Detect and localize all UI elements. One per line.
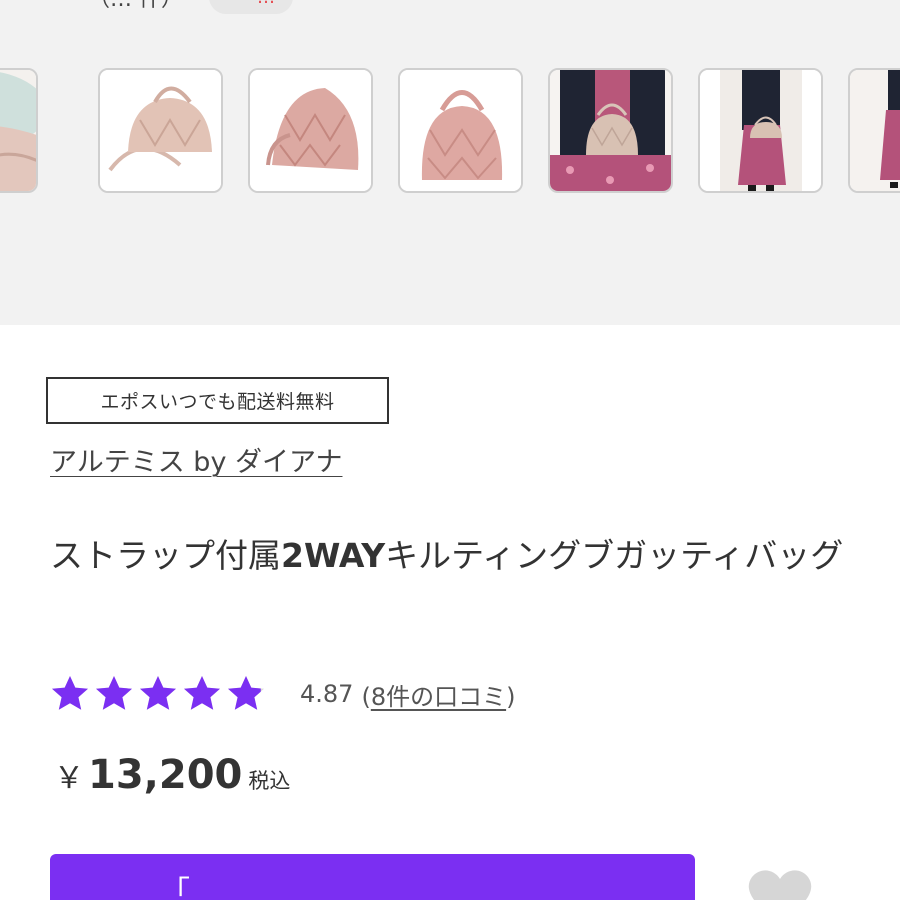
partial-text: （… 件） <box>88 0 183 13</box>
favorite-button[interactable] <box>740 866 820 900</box>
star-icon <box>52 676 88 710</box>
rating-value: 4.87 <box>300 680 354 708</box>
star-icon <box>228 676 264 710</box>
free-shipping-badge: エポスいつでも配送料無料 <box>46 377 389 424</box>
review-link[interactable]: 8件の口コミ <box>371 683 506 711</box>
thumbnail-model-holding[interactable] <box>548 68 673 193</box>
product-title: ストラップ付属2WAYキルティングブガッティバッグ <box>50 528 850 584</box>
title-part-2: キルティングブガッティバッグ <box>385 536 844 575</box>
bag-with-strap-image <box>100 70 221 191</box>
pill-label: ー <box>227 0 245 10</box>
tax-label: 税込 <box>248 769 291 793</box>
bag-angle-image <box>250 70 371 191</box>
thumbnail-bag-with-strap[interactable] <box>98 68 223 193</box>
rating-row: 4.87 (8件の口コミ) <box>50 672 515 716</box>
model-partial-image <box>850 70 900 191</box>
title-bold: 2WAY <box>281 536 386 575</box>
review-open-paren: ( <box>361 682 371 711</box>
thumbnail-bag-interior[interactable] <box>0 68 38 193</box>
thumbnail-model-partial[interactable] <box>848 68 900 193</box>
star-icon <box>96 676 132 710</box>
model-full-image <box>700 70 821 191</box>
review-count: (8件の口コミ) <box>361 677 515 712</box>
thumbnail-strip <box>0 68 900 194</box>
thumbnail-bag-front[interactable] <box>398 68 523 193</box>
top-partial-row: （… 件） ー … <box>88 0 293 16</box>
star-icon <box>184 676 220 710</box>
image-gallery: （… 件） ー … <box>0 0 900 325</box>
thumbnail-model-full[interactable] <box>698 68 823 193</box>
brand-link[interactable]: アルテミス by ダイアナ <box>50 440 342 479</box>
currency-symbol: ￥ <box>54 761 84 796</box>
model-holding-image <box>550 70 671 191</box>
title-part-1: ストラップ付属 <box>50 536 281 575</box>
review-close-paren: ) <box>506 682 516 711</box>
price-row: ￥ 13,200 税込 <box>54 752 290 798</box>
bag-interior-image <box>0 70 36 191</box>
thumbnail-bag-angle[interactable] <box>248 68 373 193</box>
star-icon <box>140 676 176 710</box>
select-color-size-button[interactable]: 「 <box>50 854 695 900</box>
price-value: 13,200 <box>88 752 243 798</box>
partial-pill[interactable]: ー … <box>209 0 293 14</box>
pill-highlight: … <box>257 0 275 8</box>
heart-icon <box>748 870 812 900</box>
bag-front-image <box>400 70 521 191</box>
rating-stars <box>50 674 270 714</box>
